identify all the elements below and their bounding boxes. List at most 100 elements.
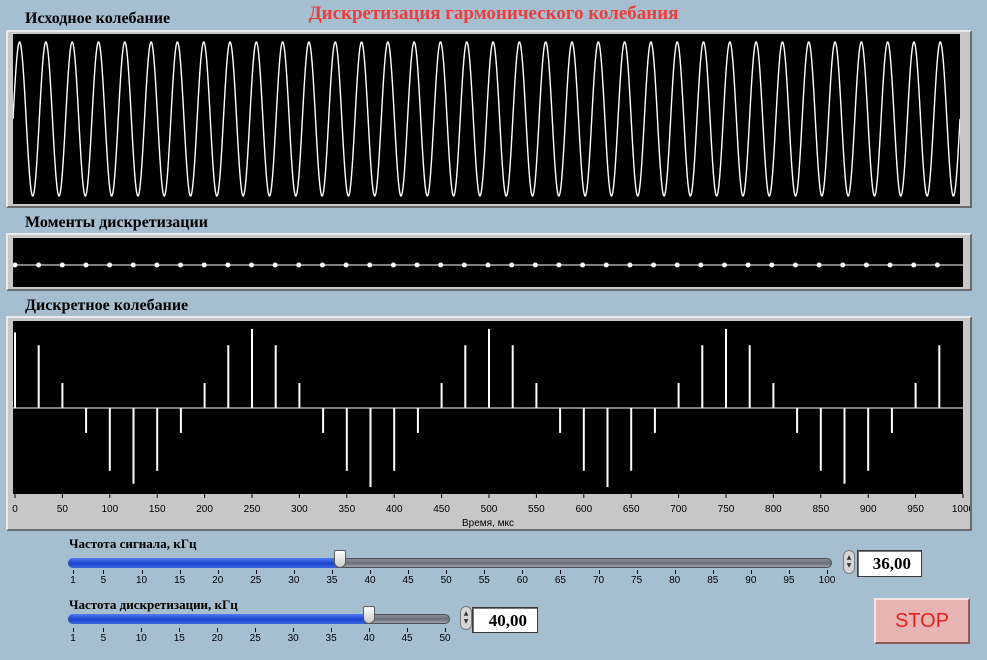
sampling-instant-dot (627, 262, 633, 268)
signal-freq-scale-tick-label: 5 (100, 575, 107, 586)
sampling-freq-slider-fill (68, 614, 370, 624)
discrete-sample-bar (819, 408, 822, 471)
signal-freq-scale-tick (598, 570, 600, 574)
discrete-sample-bar (37, 345, 40, 408)
discrete-x-tick-label: 650 (623, 504, 640, 515)
signal-freq-scale-tick (217, 570, 219, 574)
sampling-freq-numeric-input[interactable]: 40,00 (472, 607, 538, 633)
sampling-instant-dot (59, 262, 65, 268)
discrete-sample-bar (156, 408, 159, 471)
discrete-x-tick-label: 250 (244, 504, 261, 515)
discrete-x-tick-label: 450 (433, 504, 450, 515)
original-signal-graph-frame (6, 30, 972, 208)
discrete-x-tick-label: 150 (149, 504, 166, 515)
sampling-freq-slider-thumb[interactable] (363, 606, 376, 624)
sampling-instant-dot (863, 262, 869, 268)
sampling-freq-scale-tick (407, 628, 409, 632)
discrete-x-tick-label: 1000 (952, 504, 970, 515)
discrete-sample-bar (464, 345, 467, 408)
signal-freq-scale-tick (560, 570, 562, 574)
sampling-instant-dot (485, 262, 491, 268)
signal-freq-scale-tick (750, 570, 752, 574)
signal-freq-scale-tick-label: 70 (592, 575, 605, 586)
signal-freq-scale-tick-label: 55 (478, 575, 490, 586)
signal-freq-scale-tick (103, 570, 105, 574)
signal-freq-scale-tick (674, 570, 676, 574)
sampling-instant-dot (414, 262, 420, 268)
signal-freq-scale-tick (73, 570, 74, 574)
sampling-instant-dot (769, 262, 775, 268)
discrete-sample-bar (369, 408, 372, 488)
sampling-freq-label: Частота дискретизации, кГц (69, 597, 238, 612)
discrete-sample-bar (938, 345, 941, 408)
discrete-x-tick-label: 800 (765, 504, 782, 515)
sampling-freq-scale-tick-label: 30 (287, 633, 299, 644)
sampling-instant-dot (130, 262, 136, 268)
sampling-instant-dot (154, 262, 160, 268)
sampling-freq-scale-tick (73, 628, 74, 632)
signal-freq-slider-fill (68, 558, 340, 568)
sampling-instant-dot (580, 262, 586, 268)
discrete-sample-bar (701, 345, 704, 408)
sampling-instant-dot (698, 262, 704, 268)
sampling-instant-dot (934, 262, 940, 268)
signal-freq-scale-tick-label: 30 (288, 575, 300, 586)
signal-freq-scale-tick (446, 570, 448, 574)
discrete-x-tick-label: 900 (860, 504, 877, 515)
sampling-instant-dot (722, 262, 727, 268)
sampling-instant-dot (792, 262, 798, 268)
discrete-sample-bar (890, 408, 893, 433)
sampling-instant-dot (674, 262, 680, 268)
stop-button[interactable]: STOP (874, 598, 970, 644)
sampling-instant-dot (556, 262, 562, 268)
discrete-sample-bar (725, 328, 727, 408)
signal-freq-scale-tick-label: 80 (669, 575, 681, 586)
discrete-x-tick-label: 700 (670, 504, 687, 515)
original-signal-label: Исходное колебание (25, 10, 171, 27)
sampling-instant-dot (296, 262, 302, 268)
original-signal-trace (12, 41, 961, 197)
sampling-freq-scale-tick-label: 10 (135, 633, 147, 644)
discrete-x-tick-label: 400 (386, 504, 403, 515)
signal-freq-scale-tick-label: 25 (250, 575, 262, 586)
sampling-freq-scale-tick (445, 628, 446, 632)
sampling-freq-scale-tick (293, 628, 295, 632)
sampling-instants-plot (12, 262, 963, 268)
sampling-instant-dot (438, 262, 444, 268)
discrete-sample-bar (867, 408, 870, 471)
sampling-instants-screen (12, 238, 963, 287)
signal-freq-scale-tick (179, 570, 181, 574)
discrete-sample-bar (914, 383, 917, 408)
sampling-freq-scale-tick-label: 25 (249, 633, 261, 644)
discrete-sample-bar (488, 328, 490, 408)
discrete-sample-bar (345, 408, 348, 471)
sampling-instant-dot (887, 262, 893, 268)
discrete-x-tick-label: 50 (57, 504, 69, 515)
signal-freq-scale-tick-label: 65 (554, 575, 566, 586)
signal-freq-scale-tick-label: 20 (212, 575, 224, 586)
sampling-instant-dot (201, 262, 207, 268)
signal-freq-scale-tick (712, 570, 714, 574)
signal-freq-scale-tick-label: 85 (707, 575, 719, 586)
signal-freq-scale-tick-label: 35 (326, 575, 338, 586)
discrete-x-tick-label: 850 (812, 504, 829, 515)
sampling-instant-dot (343, 262, 349, 268)
discrete-sample-bar (298, 383, 301, 408)
sampling-freq-increment-decrement[interactable]: ▲ ▼ (460, 606, 472, 630)
sampling-instant-dot (249, 262, 254, 268)
signal-freq-slider-thumb[interactable] (333, 550, 346, 568)
discrete-sample-bar (85, 408, 88, 433)
signal-freq-increment-decrement[interactable]: ▲ ▼ (843, 550, 855, 574)
signal-freq-scale-tick-label: 50 (440, 575, 452, 586)
discrete-sample-bar (653, 408, 656, 433)
sampling-freq-scale-tick-label: 15 (173, 633, 185, 644)
discrete-sample-bar (606, 408, 609, 488)
sampling-freq-scale-tick-label: 20 (211, 633, 223, 644)
discrete-x-tick-label: 750 (718, 504, 735, 515)
signal-freq-scale-tick-label: 40 (364, 575, 376, 586)
discrete-signal-label: Дискретное колебание (25, 297, 189, 314)
signal-freq-numeric-input[interactable]: 36,00 (857, 550, 922, 577)
discrete-sample-bar (796, 408, 799, 433)
discrete-sample-bar (227, 345, 230, 408)
discrete-x-tick-label: 600 (575, 504, 592, 515)
